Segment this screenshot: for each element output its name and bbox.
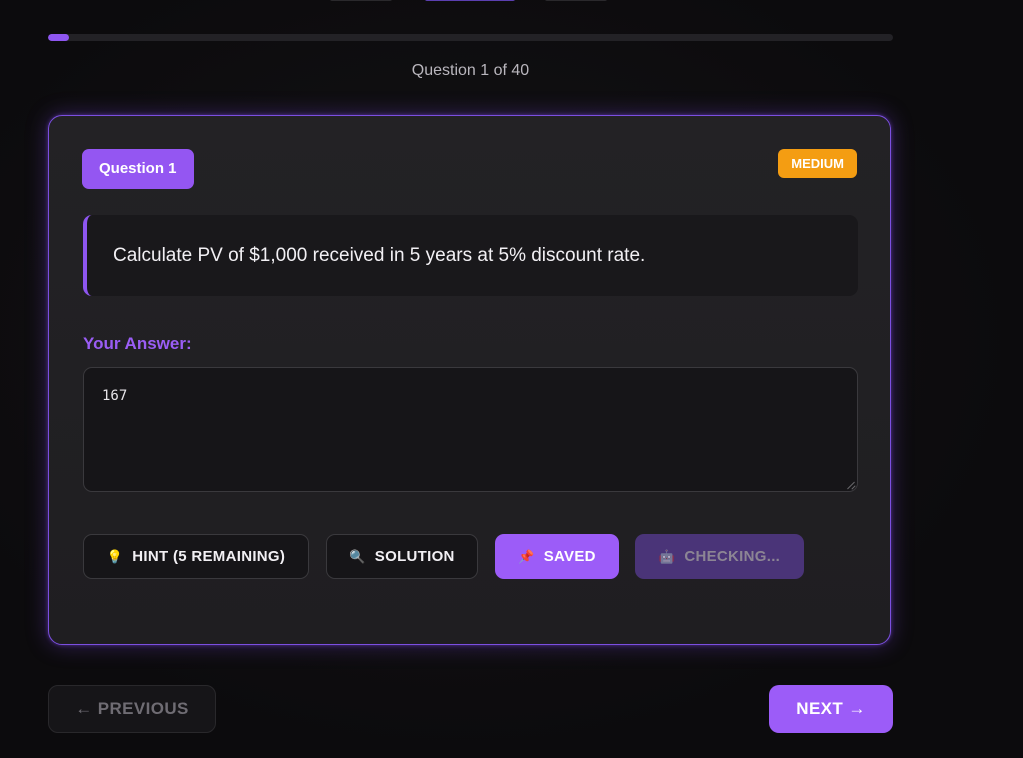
question-number-badge: Question 1	[82, 149, 194, 189]
question-counter: Question 1 of 40	[411, 62, 530, 79]
saved-label: SAVED	[543, 548, 596, 565]
question-text: Calculate PV of $1,000 received in 5 yea…	[113, 244, 646, 266]
next-button[interactable]: NEXT →	[769, 685, 893, 733]
top-tab-strip	[0, 0, 1023, 4]
check-label: CHECKING...	[684, 548, 781, 565]
quiz-page: Question 1 of 40 Question 1 MEDIUM Calcu…	[0, 0, 1023, 758]
top-tab-active[interactable]	[425, 0, 515, 1]
saved-button[interactable]: 📌 SAVED	[495, 534, 619, 579]
robot-icon: 🤖	[658, 549, 676, 564]
answer-textarea[interactable]	[83, 367, 858, 492]
magnifier-icon: 🔍	[349, 549, 366, 564]
question-card: Question 1 MEDIUM Calculate PV of $1,000…	[48, 115, 891, 645]
lightbulb-icon: 💡	[106, 549, 124, 564]
progress-bar	[48, 34, 893, 41]
solution-button[interactable]: 🔍 SOLUTION	[326, 534, 478, 579]
top-tab[interactable]	[545, 0, 607, 1]
solution-label: SOLUTION	[374, 548, 455, 565]
difficulty-badge: MEDIUM	[778, 149, 857, 178]
resize-handle-icon[interactable]	[846, 480, 855, 489]
answer-label: Your Answer:	[83, 334, 192, 353]
progress-fill	[48, 34, 70, 41]
hint-button[interactable]: 💡 HINT (5 REMAINING)	[83, 534, 309, 579]
pushpin-icon: 📌	[518, 549, 535, 564]
hint-label: HINT (5 REMAINING)	[132, 548, 286, 565]
question-text-box: Calculate PV of $1,000 received in 5 yea…	[83, 215, 858, 296]
top-tab[interactable]	[330, 0, 392, 1]
previous-button[interactable]: ← PREVIOUS	[48, 685, 216, 733]
check-button[interactable]: 🤖 CHECKING...	[635, 534, 804, 579]
